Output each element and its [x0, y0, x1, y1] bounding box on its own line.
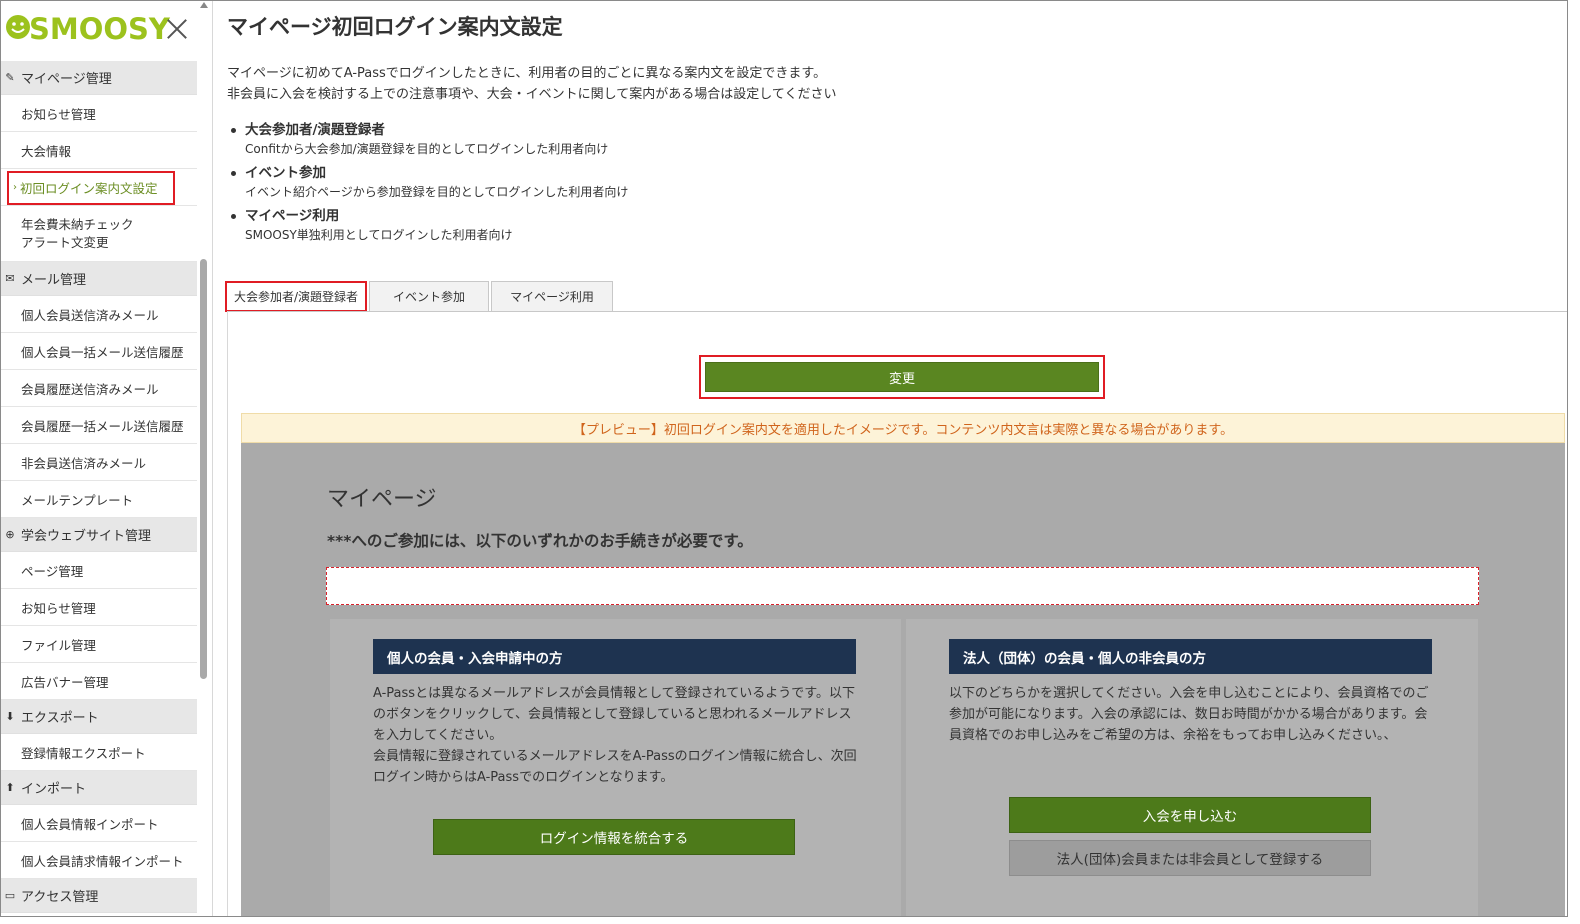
download-icon: ⬇ [5, 710, 15, 723]
preview-area: マイページ ***へのご参加には、以下のいずれかのお手続きが必要です。 個人の会… [241, 443, 1565, 916]
sidebar-item-label: 非会員送信済みメール [21, 455, 147, 471]
tab-event[interactable]: イベント参加 [369, 281, 489, 311]
pencil-icon: ✎ [5, 71, 15, 84]
sidebar-item-banners[interactable]: 広告バナー管理 [1, 663, 197, 700]
sidebar-item-label: 個人会員一括メール送信履歴 [21, 344, 184, 360]
sidebar-item-nonmember-mail[interactable]: 非会員送信済みメール [1, 444, 197, 481]
highlight-box: 変更 [699, 355, 1105, 399]
sidebar-item-label: 個人会員情報インポート [21, 816, 159, 832]
card-heading: 個人の会員・入会申請中の方 [373, 639, 856, 674]
sidebar-header: SMOOSY [1, 1, 197, 61]
sidebar-item-label: ファイル管理 [21, 637, 97, 653]
sidebar-section-export[interactable]: ⬇ エクスポート [1, 700, 197, 734]
globe-icon: ⊕ [5, 528, 15, 541]
sidebar-item-pages[interactable]: ページ管理 [1, 552, 197, 589]
sidebar-item-fee-alert[interactable]: 年会費未納チェック アラート文変更 [1, 206, 197, 262]
preview-subtitle: ***へのご参加には、以下のいずれかのお手続きが必要です。 [327, 532, 753, 550]
logo[interactable]: SMOOSY [5, 9, 170, 46]
list-item-desc: イベント紹介ページから参加登録を目的としてログインした利用者向け [245, 185, 629, 199]
scroll-up-arrow-icon[interactable] [200, 2, 208, 8]
close-icon[interactable] [165, 17, 189, 41]
list-item-title: 大会参加者/演題登録者 [245, 122, 385, 138]
guide-text-input[interactable] [326, 567, 1479, 605]
list-item-desc: SMOOSY単独利用としてログインした利用者向け [245, 228, 513, 242]
monitor-icon: ▭ [4, 889, 16, 902]
list-item: イベント参加 イベント紹介ページから参加登録を目的としてログインした利用者向け [231, 164, 628, 201]
sidebar-item-label: 大会情報 [21, 143, 72, 159]
sidebar-item-label: お知らせ管理 [21, 106, 96, 122]
main-content: マイページ初回ログイン案内文設定 マイページに初めてA-Passでログインしたと… [213, 1, 1567, 916]
sidebar-item-label: 個人会員請求情報インポート [21, 853, 184, 869]
list-item: マイページ利用 SMOOSY単独利用としてログインした利用者向け [231, 207, 628, 244]
page-description: マイページに初めてA-Passでログインしたときに、利用者の目的ごとに異なる案内… [227, 63, 836, 105]
register-nonmember-button[interactable]: 法人(団体)会員または非会員として登録する [1009, 840, 1371, 876]
description-line: 非会員に入会を検討する上での注意事項や、大会・イベントに関して案内がある場合は設… [227, 87, 837, 102]
list-item: 大会参加者/演題登録者 Confitから大会参加/演題登録を目的としてログインし… [231, 121, 628, 158]
sidebar-item-history-sent-mail[interactable]: 会員履歴送信済みメール [1, 370, 197, 407]
highlight-box [7, 171, 175, 205]
sidebar-item-notice[interactable]: お知らせ管理 [1, 95, 197, 132]
section-title: 学会ウェブサイト管理 [21, 529, 152, 544]
preview-title: マイページ [327, 487, 437, 512]
list-item-title: イベント参加 [245, 165, 326, 181]
sidebar-item-import-members[interactable]: 個人会員情報インポート [1, 805, 197, 842]
sidebar: SMOOSY ✎ マイページ管理 お知らせ管理 大会情報 › 初回ログイン案内文… [1, 1, 197, 916]
sidebar-item-label: 年会費未納チェック アラート文変更 [21, 216, 134, 250]
tab-mypage[interactable]: マイページ利用 [491, 281, 613, 311]
card-text: 以下のどちらかを選択してください。入会を申し込むことにより、会員資格でのご参加が… [949, 686, 1429, 743]
logo-text: SMOOSY [29, 12, 170, 46]
section-title: エクスポート [21, 711, 99, 726]
envelope-icon: ✉ [5, 272, 15, 285]
sidebar-item-bulk-mail-history[interactable]: 個人会員一括メール送信履歴 [1, 333, 197, 370]
sidebar-item-label: 会員履歴一括メール送信履歴 [21, 418, 184, 434]
tab-conference[interactable]: 大会参加者/演題登録者 [225, 281, 367, 312]
sidebar-item-site-notice[interactable]: お知らせ管理 [1, 589, 197, 626]
sidebar-item-conference-info[interactable]: 大会情報 [1, 132, 197, 169]
sidebar-item-history-bulk-mail[interactable]: 会員履歴一括メール送信履歴 [1, 407, 197, 444]
section-title: メール管理 [21, 273, 87, 288]
section-title: アクセス管理 [21, 890, 99, 905]
card-heading: 法人（団体）の会員・個人の非会員の方 [949, 639, 1432, 674]
section-title: マイページ管理 [21, 72, 112, 87]
sidebar-section-access[interactable]: ▭ アクセス管理 [1, 879, 197, 913]
list-item-title: マイページ利用 [245, 208, 340, 224]
card-text: A-Passとは異なるメールアドレスが会員情報として登録されているようです。以下… [373, 686, 857, 785]
page-title: マイページ初回ログイン案内文設定 [227, 15, 563, 39]
sidebar-item-label: ページ管理 [21, 563, 84, 579]
sidebar-item-sent-mail[interactable]: 個人会員送信済みメール [1, 296, 197, 333]
list-item-desc: Confitから大会参加/演題登録を目的としてログインした利用者向け [245, 142, 609, 156]
sidebar-nav: ✎ マイページ管理 お知らせ管理 大会情報 › 初回ログイン案内文設定 年会費未… [1, 61, 197, 913]
apply-membership-button[interactable]: 入会を申し込む [1009, 797, 1371, 833]
sidebar-item-export[interactable]: 登録情報エクスポート [1, 734, 197, 771]
app-window: SMOOSY ✎ マイページ管理 お知らせ管理 大会情報 › 初回ログイン案内文… [0, 0, 1568, 917]
sidebar-item-mail-template[interactable]: メールテンプレート [1, 481, 197, 518]
scrollbar-thumb[interactable] [200, 259, 207, 679]
sidebar-item-label: 個人会員送信済みメール [21, 307, 159, 323]
logo-smile-icon [5, 12, 30, 42]
upload-icon: ⬆ [5, 781, 15, 794]
audience-list: 大会参加者/演題登録者 Confitから大会参加/演題登録を目的としてログインし… [231, 121, 628, 250]
sidebar-item-first-login-guide[interactable]: › 初回ログイン案内文設定 [1, 169, 197, 206]
section-title: インポート [21, 782, 87, 797]
tab-bar: 大会参加者/演題登録者 イベント参加 マイページ利用 [225, 281, 615, 312]
sidebar-item-label: 広告バナー管理 [21, 674, 109, 690]
sidebar-section-mail[interactable]: ✉ メール管理 [1, 262, 197, 296]
sidebar-item-import-billing[interactable]: 個人会員請求情報インポート [1, 842, 197, 879]
sidebar-item-label: 会員履歴送信済みメール [21, 381, 159, 397]
sidebar-item-label: メールテンプレート [21, 492, 134, 508]
sidebar-item-label: お知らせ管理 [21, 600, 96, 616]
sidebar-section-website[interactable]: ⊕ 学会ウェブサイト管理 [1, 518, 197, 552]
change-button[interactable]: 変更 [705, 362, 1099, 392]
sidebar-scrollbar[interactable] [197, 1, 213, 916]
description-line: マイページに初めてA-Passでログインしたときに、利用者の目的ごとに異なる案内… [227, 66, 827, 81]
individual-member-card: 個人の会員・入会申請中の方 A-Passとは異なるメールアドレスが会員情報として… [330, 619, 901, 916]
sidebar-item-label: 登録情報エクスポート [21, 745, 146, 761]
sidebar-item-files[interactable]: ファイル管理 [1, 626, 197, 663]
sidebar-section-import[interactable]: ⬆ インポート [1, 771, 197, 805]
preview-notice: 【プレビュー】初回ログイン案内文を適用したイメージです。コンテンツ内文言は実際と… [241, 413, 1565, 443]
merge-login-button[interactable]: ログイン情報を統合する [433, 819, 795, 855]
corporate-nonmember-card: 法人（団体）の会員・個人の非会員の方 以下のどちらかを選択してください。入会を申… [906, 619, 1478, 916]
sidebar-section-mypage[interactable]: ✎ マイページ管理 [1, 61, 197, 95]
